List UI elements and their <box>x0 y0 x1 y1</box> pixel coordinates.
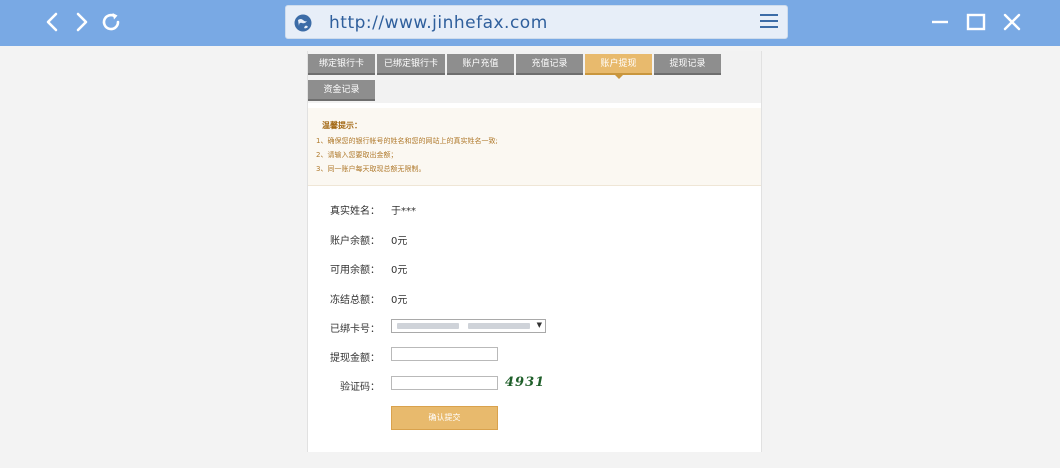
tab-label: 账户充值 <box>462 59 499 69</box>
tab-label: 绑定银行卡 <box>318 59 364 69</box>
account-tabs: 绑定银行卡 已绑定银行卡 账户充值 充值记录 账户提现 提现记录 资金记录 <box>308 51 761 103</box>
withdraw-amount-label: 提现金额： <box>330 353 380 364</box>
frozen-total-value: 0元 <box>391 295 408 306</box>
available-balance-value: 0元 <box>391 265 408 276</box>
confirm-submit-button[interactable]: 确认提交 <box>391 406 498 430</box>
tips-title: 温馨提示： <box>322 121 362 130</box>
tab-label: 提现记录 <box>669 59 706 69</box>
withdraw-amount-input[interactable] <box>391 347 498 361</box>
bound-card-select[interactable]: ▼ <box>391 319 546 333</box>
frozen-total-label: 冻结总额： <box>330 295 380 306</box>
url-text[interactable]: http://www.jinhefax.com <box>329 13 548 33</box>
close-icon[interactable] <box>1000 10 1024 34</box>
masked-card-number <box>397 323 459 329</box>
tip-line: 3、同一账户每天取现总额无限制。 <box>316 165 426 173</box>
tab-label: 资金记录 <box>323 85 360 95</box>
tab-fund-records[interactable]: 资金记录 <box>308 80 375 101</box>
available-balance-label: 可用余额： <box>330 265 380 276</box>
balance-label: 账户余额： <box>330 236 380 247</box>
captcha-input[interactable] <box>391 376 498 390</box>
maximize-icon[interactable] <box>964 10 988 34</box>
tab-recharge-records[interactable]: 充值记录 <box>516 54 583 75</box>
forward-icon[interactable] <box>68 9 94 35</box>
tab-label: 账户提现 <box>600 59 637 69</box>
captcha-label: 验证码： <box>340 382 380 393</box>
real-name-value: 于*** <box>391 206 416 217</box>
withdraw-panel: 绑定银行卡 已绑定银行卡 账户充值 充值记录 账户提现 提现记录 资金记录 温馨… <box>307 51 762 452</box>
bound-card-label: 已绑卡号： <box>330 324 380 335</box>
tab-withdraw-records[interactable]: 提现记录 <box>654 54 721 75</box>
back-icon[interactable] <box>40 9 66 35</box>
address-bar[interactable]: http://www.jinhefax.com <box>285 5 788 39</box>
real-name-label: 真实姓名： <box>330 206 380 217</box>
tab-bound-bank-cards[interactable]: 已绑定银行卡 <box>377 54 445 75</box>
tab-label: 充值记录 <box>531 59 568 69</box>
balance-value: 0元 <box>391 236 408 247</box>
tip-line: 2、请输入您要取出金额； <box>316 151 398 159</box>
dropdown-arrow-icon: ▼ <box>536 321 542 329</box>
globe-icon <box>293 13 313 33</box>
active-tab-caret <box>615 75 623 79</box>
browser-toolbar: http://www.jinhefax.com <box>0 0 1060 46</box>
tab-account-withdraw[interactable]: 账户提现 <box>585 54 652 79</box>
tab-account-recharge[interactable]: 账户充值 <box>447 54 514 75</box>
tab-bind-bank-card[interactable]: 绑定银行卡 <box>308 54 375 75</box>
hamburger-menu-icon[interactable] <box>760 14 778 30</box>
tip-line: 1、确保您的银行帐号的姓名和您的网站上的真实姓名一致; <box>316 137 498 145</box>
captcha-image[interactable]: 4931 <box>505 375 545 390</box>
tips-box: 温馨提示： 1、确保您的银行帐号的姓名和您的网站上的真实姓名一致; 2、请输入您… <box>308 108 761 186</box>
tab-label: 已绑定银行卡 <box>383 59 438 69</box>
minimize-icon[interactable] <box>928 10 952 34</box>
masked-card-number <box>468 323 530 329</box>
refresh-icon[interactable] <box>98 9 124 35</box>
